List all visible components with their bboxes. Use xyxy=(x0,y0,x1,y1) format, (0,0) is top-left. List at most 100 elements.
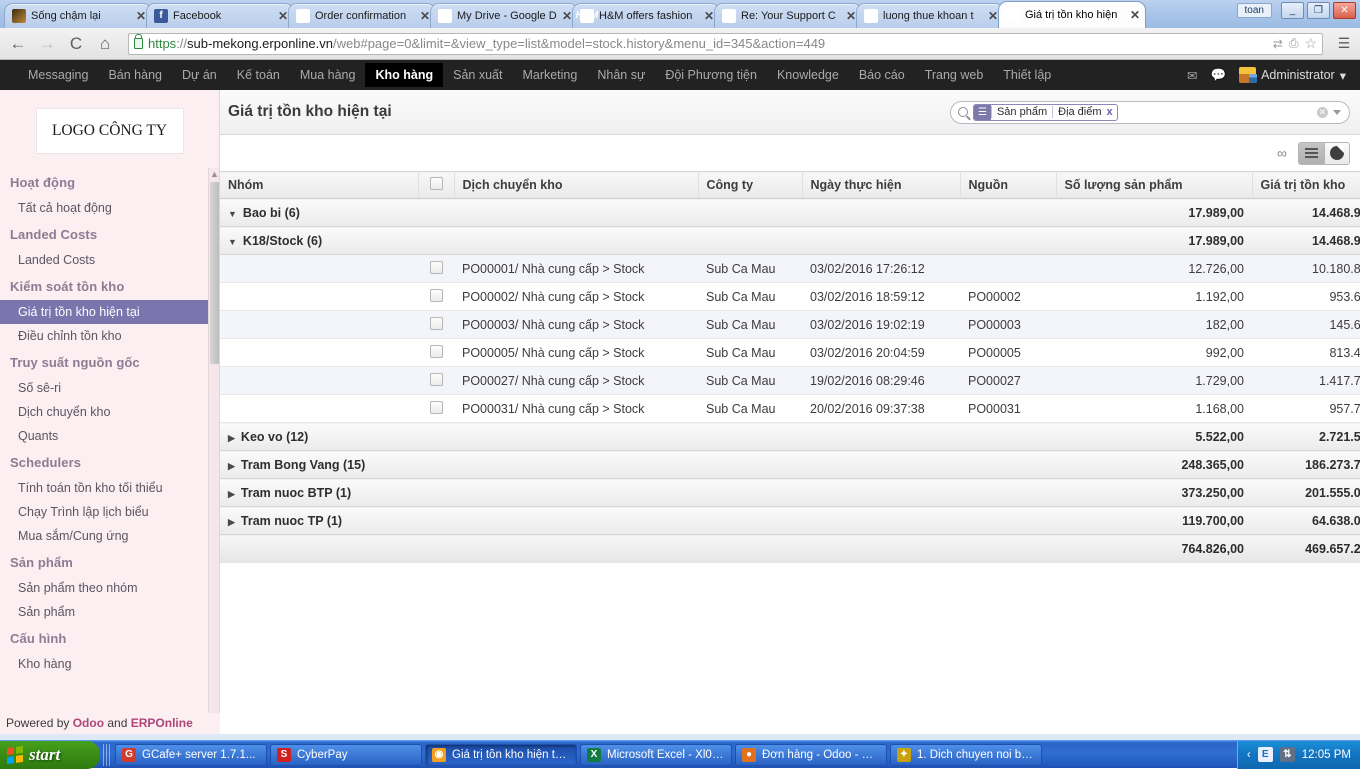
chrome-profile-button[interactable]: toan xyxy=(1237,3,1272,18)
translate-icon[interactable]: ⇄ xyxy=(1273,37,1283,51)
taskbar-item-gcafe[interactable]: G GCafe+ server 1.7.1... xyxy=(115,744,267,766)
table-row[interactable]: PO00003/ Nhà cung cấp > Stock Sub Ca Mau… xyxy=(220,311,1360,339)
sidebar-item-san-pham[interactable]: Sản phẩm xyxy=(0,600,219,624)
menu-thiet-lap[interactable]: Thiết lập xyxy=(993,63,1061,88)
column-header-nhom[interactable]: Nhóm xyxy=(220,172,418,199)
row-checkbox[interactable] xyxy=(430,401,443,414)
table-group-row[interactable]: ▼Bao bi (6) 17.989,00 14.468.980,00 xyxy=(220,199,1360,227)
sidebar-item-mua-sam-cung-ung[interactable]: Mua sắm/Cung ứng xyxy=(0,524,219,548)
menu-knowledge[interactable]: Knowledge xyxy=(767,63,849,88)
sidebar-item-so-se-ri[interactable]: Số sê-ri xyxy=(0,376,219,400)
row-checkbox[interactable] xyxy=(430,373,443,386)
menu-mua-hang[interactable]: Mua hàng xyxy=(290,63,366,88)
sidebar-item-quants[interactable]: Quants xyxy=(0,424,219,448)
list-view-icon[interactable] xyxy=(1299,143,1324,164)
browser-tab-active[interactable]: O Giá trị tồn kho hiện ✕ xyxy=(998,1,1146,28)
clock[interactable]: 12:05 PM xyxy=(1302,749,1351,761)
menu-trang-web[interactable]: Trang web xyxy=(915,63,994,88)
start-button[interactable]: start xyxy=(0,741,100,769)
menu-bao-cao[interactable]: Báo cáo xyxy=(849,63,915,88)
odoo-link[interactable]: Odoo xyxy=(73,716,104,730)
group-label-cell[interactable]: ▶Tram nuoc BTP (1) xyxy=(220,479,1056,507)
forward-icon[interactable]: → xyxy=(37,35,57,52)
row-checkbox[interactable] xyxy=(430,261,443,274)
column-header-cong-ty[interactable]: Công ty xyxy=(698,172,802,199)
expand-closed-icon[interactable]: ▶ xyxy=(228,489,235,500)
taskbar-item-cyberpay[interactable]: S CyberPay xyxy=(270,744,422,766)
sidebar-item-chay-trinh-lap-lich-bieu[interactable]: Chạy Trình lập lịch biểu xyxy=(0,500,219,524)
home-icon[interactable]: ⌂ xyxy=(95,35,115,52)
menu-ban-hang[interactable]: Bán hàng xyxy=(98,63,172,88)
expand-closed-icon[interactable]: ▶ xyxy=(228,433,235,444)
group-label-cell[interactable]: ▼K18/Stock (6) xyxy=(220,227,1056,255)
browser-tab[interactable]: Sống chậm lại ✕ xyxy=(4,3,152,28)
search-input[interactable]: ☰ Sản phẩm Địa điểm x ✕ xyxy=(950,101,1350,124)
browser-tab[interactable]: M Re: Your Support C ✕ xyxy=(714,3,862,28)
column-header-dich-chuyen-kho[interactable]: Dịch chuyển kho xyxy=(454,172,698,199)
menu-du-an[interactable]: Dự án xyxy=(172,63,227,88)
pager[interactable]: ∞ xyxy=(1277,145,1287,161)
menu-doi-phuong-tien[interactable]: Đội Phương tiện xyxy=(655,63,767,88)
table-group-row[interactable]: ▼K18/Stock (6) 17.989,00 14.468.980,00 xyxy=(220,227,1360,255)
table-row[interactable]: PO00002/ Nhà cung cấp > Stock Sub Ca Mau… xyxy=(220,283,1360,311)
table-group-row[interactable]: ▶Tram Bong Vang (15) 248.365,00 186.273.… xyxy=(220,451,1360,479)
scroll-up-icon[interactable]: ▲ xyxy=(209,168,219,180)
row-checkbox[interactable] xyxy=(430,317,443,330)
erponline-link[interactable]: ERPOnline xyxy=(131,716,193,730)
browser-tab[interactable]: f Facebook ✕ xyxy=(146,3,294,28)
tray-expand-icon[interactable]: ‹ xyxy=(1247,749,1251,761)
reload-icon[interactable]: C xyxy=(66,35,86,52)
sidebar-item-dich-chuyen-kho[interactable]: Dịch chuyển kho xyxy=(0,400,219,424)
taskbar-item-excel[interactable]: X Microsoft Excel - Xl00... xyxy=(580,744,732,766)
network-icon[interactable]: ⇅ xyxy=(1280,747,1295,762)
column-header-gia-tri-ton-kho[interactable]: Giá trị tồn kho xyxy=(1252,172,1360,199)
browser-tab[interactable]: M luong thue khoan t ✕ xyxy=(856,3,1004,28)
table-group-row[interactable]: ▶Keo vo (12) 5.522,00 2.721.550,00 xyxy=(220,423,1360,451)
tab-close-icon[interactable]: ✕ xyxy=(1129,9,1141,21)
sidebar-item-gia-tri-ton-kho-hien-tai[interactable]: Giá trị tồn kho hiện tại xyxy=(0,300,219,324)
expand-open-icon[interactable]: ▼ xyxy=(228,237,237,247)
close-button[interactable]: ✕ xyxy=(1333,2,1356,19)
sidebar-item-tinh-toan-ton-kho-toi-thieu[interactable]: Tính toán tồn kho tối thiểu xyxy=(0,476,219,500)
column-header-so-luong-san-pham[interactable]: Số lượng sản phẩm xyxy=(1056,172,1252,199)
address-bar[interactable]: https :// sub-mekong.erponline.vn /web#p… xyxy=(128,33,1323,55)
select-all-checkbox[interactable] xyxy=(430,177,443,190)
row-checkbox[interactable] xyxy=(430,289,443,302)
back-icon[interactable]: ← xyxy=(8,35,28,52)
browser-tab[interactable]: ▲ My Drive - Google D ✕ xyxy=(430,3,578,28)
table-row[interactable]: PO00005/ Nhà cung cấp > Stock Sub Ca Mau… xyxy=(220,339,1360,367)
menu-marketing[interactable]: Marketing xyxy=(512,63,587,88)
group-label-cell[interactable]: ▶Keo vo (12) xyxy=(220,423,1056,451)
internet-explorer-icon[interactable]: E xyxy=(1258,747,1273,762)
group-label-cell[interactable]: ▶Tram Bong Vang (15) xyxy=(220,451,1056,479)
search-facet[interactable]: ☰ Sản phẩm Địa điểm x xyxy=(973,104,1118,121)
taskbar-grip[interactable] xyxy=(103,744,110,766)
sidebar-item-kho-hang[interactable]: Kho hàng xyxy=(0,652,219,676)
column-header-nguon[interactable]: Nguồn xyxy=(960,172,1056,199)
facet-remove-icon[interactable]: x xyxy=(1107,106,1117,118)
chat-icon[interactable]: 💬 xyxy=(1211,68,1227,83)
row-checkbox[interactable] xyxy=(430,345,443,358)
sidebar-item-san-pham-theo-nhom[interactable]: Sản phẩm theo nhóm xyxy=(0,576,219,600)
maximize-button[interactable]: ❐ xyxy=(1307,2,1330,19)
graph-view-icon[interactable] xyxy=(1324,143,1349,164)
table-row[interactable]: PO00027/ Nhà cung cấp > Stock Sub Ca Mau… xyxy=(220,367,1360,395)
sidebar-item-dieu-chinh-ton-kho[interactable]: Điều chỉnh tồn kho xyxy=(0,324,219,348)
menu-messaging[interactable]: Messaging xyxy=(18,63,98,88)
chevron-down-icon[interactable] xyxy=(1333,110,1341,115)
taskbar-item-firefox[interactable]: ● Đơn hàng - Odoo - M... xyxy=(735,744,887,766)
menu-ke-toan[interactable]: Kế toán xyxy=(227,63,290,88)
group-label-cell[interactable]: ▶Tram nuoc TP (1) xyxy=(220,507,1056,535)
menu-kho-hang[interactable]: Kho hàng xyxy=(365,63,443,88)
table-group-row[interactable]: ▶Tram nuoc BTP (1) 373.250,00 201.555.00… xyxy=(220,479,1360,507)
table-group-row[interactable]: ▶Tram nuoc TP (1) 119.700,00 64.638.000,… xyxy=(220,507,1360,535)
group-label-cell[interactable]: ▼Bao bi (6) xyxy=(220,199,1056,227)
expand-closed-icon[interactable]: ▶ xyxy=(228,517,235,528)
menu-nhan-su[interactable]: Nhân sự xyxy=(587,63,655,88)
user-menu[interactable]: Administrator ▾ xyxy=(1239,67,1346,83)
scrollbar-thumb[interactable] xyxy=(210,182,219,364)
browser-tab[interactable]: M Order confirmation ✕ xyxy=(288,3,436,28)
clear-search-icon[interactable]: ✕ xyxy=(1317,107,1328,118)
sidebar-scrollbar[interactable]: ▲ ▼ xyxy=(208,168,219,734)
expand-open-icon[interactable]: ▼ xyxy=(228,209,237,219)
